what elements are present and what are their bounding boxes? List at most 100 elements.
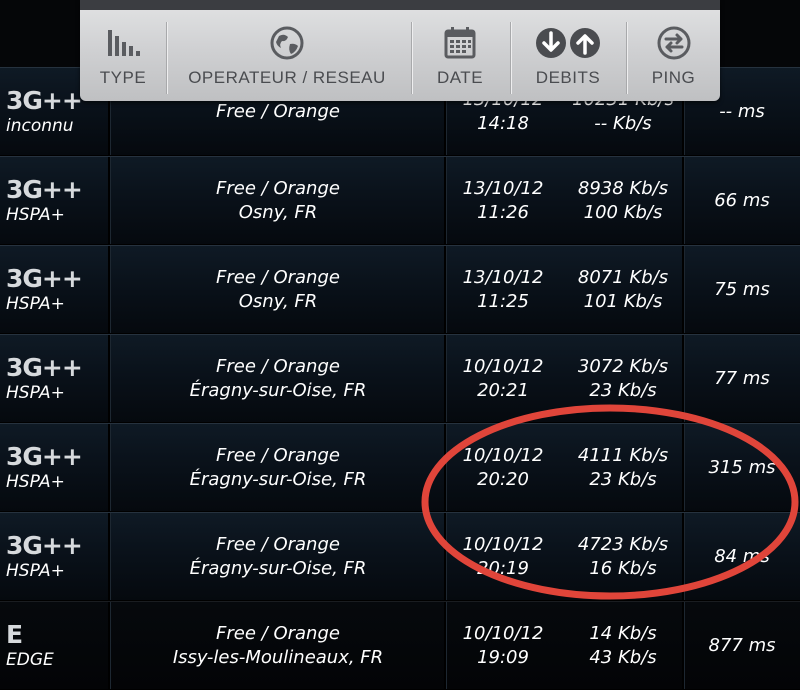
network-type-cell: 3G++ HSPA+ (0, 513, 86, 600)
ping-cell: 75 ms (684, 246, 800, 333)
network-technology-label: HSPA+ (6, 204, 65, 225)
network-generation-label: E (6, 619, 23, 649)
test-date: 10/10/12 (462, 355, 544, 377)
network-type-cell: 3G++ HSPA+ (0, 246, 86, 333)
operator-name: Free / Orange (216, 100, 340, 122)
network-type-cell: 3G++ HSPA+ (0, 157, 86, 244)
network-technology-label: HSPA+ (6, 382, 65, 403)
calendar-icon (444, 27, 476, 59)
operator-cell: Free / Orange Éragny-sur-Oise, FR (110, 513, 446, 600)
test-date: 13/10/12 (462, 177, 544, 199)
download-upload-icon (536, 28, 600, 58)
network-technology-label: HSPA+ (6, 471, 65, 492)
sort-by-speed-button[interactable]: DEBITS (511, 12, 625, 101)
date-cell: 13/10/12 11:26 (446, 157, 560, 244)
download-speed: 4111 Kb/s (577, 444, 669, 466)
speed-button-label: DEBITS (535, 68, 601, 87)
operator-name: Free / Orange (216, 177, 340, 199)
exchange-arrows-icon (657, 26, 690, 60)
test-time: 11:25 (477, 290, 529, 312)
date-cell: 10/10/12 20:19 (446, 513, 560, 600)
history-row[interactable]: 3G++ HSPA+ Free / Orange Éragny-sur-Oise… (0, 334, 800, 423)
upload-speed: 101 Kb/s (583, 290, 663, 312)
upload-speed: -- Kb/s (594, 112, 652, 134)
speed-cell: 4111 Kb/s 23 Kb/s (562, 424, 684, 511)
history-row[interactable]: E EDGE Free / Orange Issy-les-Moulineaux… (0, 601, 800, 690)
location-name: Éragny-sur-Oise, FR (189, 468, 367, 490)
date-button-label: DATE (436, 68, 484, 87)
network-generation-label: 3G++ (6, 174, 83, 204)
ping-cell: 77 ms (684, 335, 800, 422)
speed-cell: 3072 Kb/s 23 Kb/s (562, 335, 684, 422)
test-time: 19:09 (477, 646, 529, 668)
operator-name: Free / Orange (216, 355, 340, 377)
network-technology-label: HSPA+ (6, 293, 65, 314)
speedtest-history-list[interactable]: 3G++ inconnu Free / Orange 13/10/12 14:1… (0, 0, 800, 690)
bar-chart-icon (108, 30, 140, 56)
date-cell: 10/10/12 20:21 (446, 335, 560, 422)
ping-cell: 315 ms (684, 424, 800, 511)
test-date: 10/10/12 (462, 444, 544, 466)
date-cell: 10/10/12 19:09 (446, 602, 560, 689)
operator-cell: Free / Orange Éragny-sur-Oise, FR (110, 424, 446, 511)
location-name: Éragny-sur-Oise, FR (189, 379, 367, 401)
ping-value: 75 ms (714, 278, 770, 300)
test-date: 13/10/12 (462, 266, 544, 288)
network-generation-label: 3G++ (6, 530, 83, 560)
operator-cell: Free / Orange Issy-les-Moulineaux, FR (110, 602, 446, 689)
network-generation-label: 3G++ (6, 85, 83, 115)
location-name: Éragny-sur-Oise, FR (189, 557, 367, 579)
ping-cell: 66 ms (684, 157, 800, 244)
operator-name: Free / Orange (216, 266, 340, 288)
network-technology-label: HSPA+ (6, 560, 65, 581)
download-speed: 8071 Kb/s (577, 266, 669, 288)
sort-by-type-button[interactable]: TYPE (80, 12, 166, 101)
operator-cell: Free / Orange Osny, FR (110, 246, 446, 333)
upload-speed: 23 Kb/s (589, 379, 657, 401)
operator-cell: Free / Orange Osny, FR (110, 157, 446, 244)
globe-icon (270, 26, 304, 60)
upload-speed: 43 Kb/s (589, 646, 657, 668)
test-date: 10/10/12 (462, 622, 544, 644)
sort-toolbar: TYPE OPERATEUR / RESEAU DATE DEBITS PING (80, 0, 720, 101)
network-type-cell: E EDGE (0, 602, 86, 689)
test-time: 20:19 (477, 557, 529, 579)
operator-name: Free / Orange (216, 444, 340, 466)
network-type-cell: 3G++ HSPA+ (0, 424, 86, 511)
test-time: 20:21 (477, 379, 529, 401)
operator-button-label: OPERATEUR / RESEAU (188, 68, 386, 87)
operator-name: Free / Orange (216, 622, 340, 644)
sort-by-ping-button[interactable]: PING (627, 12, 720, 101)
operator-name: Free / Orange (216, 533, 340, 555)
network-generation-label: 3G++ (6, 441, 83, 471)
download-speed: 3072 Kb/s (577, 355, 669, 377)
upload-speed: 23 Kb/s (589, 468, 657, 490)
history-row[interactable]: 3G++ HSPA+ Free / Orange Osny, FR 13/10/… (0, 156, 800, 245)
test-time: 11:26 (477, 201, 529, 223)
test-time: 14:18 (477, 112, 529, 134)
date-cell: 10/10/12 20:20 (446, 424, 560, 511)
operator-cell: Free / Orange Éragny-sur-Oise, FR (110, 335, 446, 422)
speed-cell: 8938 Kb/s 100 Kb/s (562, 157, 684, 244)
location-name: Issy-les-Moulineaux, FR (172, 646, 384, 668)
history-row[interactable]: 3G++ HSPA+ Free / Orange Éragny-sur-Oise… (0, 423, 800, 512)
ping-value: 315 ms (708, 456, 776, 478)
ping-button-label: PING (651, 68, 696, 87)
network-generation-label: 3G++ (6, 263, 83, 293)
history-row[interactable]: 3G++ HSPA+ Free / Orange Éragny-sur-Oise… (0, 512, 800, 601)
location-name: Osny, FR (238, 290, 318, 312)
ping-cell: 84 ms (684, 513, 800, 600)
speed-cell: 14 Kb/s 43 Kb/s (562, 602, 684, 689)
download-speed: 14 Kb/s (589, 622, 657, 644)
download-speed: 4723 Kb/s (577, 533, 669, 555)
network-technology-label: inconnu (6, 115, 74, 136)
sort-by-date-button[interactable]: DATE (412, 12, 508, 101)
history-row[interactable]: 3G++ HSPA+ Free / Orange Osny, FR 13/10/… (0, 245, 800, 334)
sort-by-operator-button[interactable]: OPERATEUR / RESEAU (167, 12, 407, 101)
ping-value: 66 ms (714, 189, 770, 211)
network-generation-label: 3G++ (6, 352, 83, 382)
test-time: 20:20 (477, 468, 529, 490)
location-name: Osny, FR (238, 201, 318, 223)
upload-speed: 16 Kb/s (589, 557, 657, 579)
network-type-cell: 3G++ HSPA+ (0, 335, 86, 422)
